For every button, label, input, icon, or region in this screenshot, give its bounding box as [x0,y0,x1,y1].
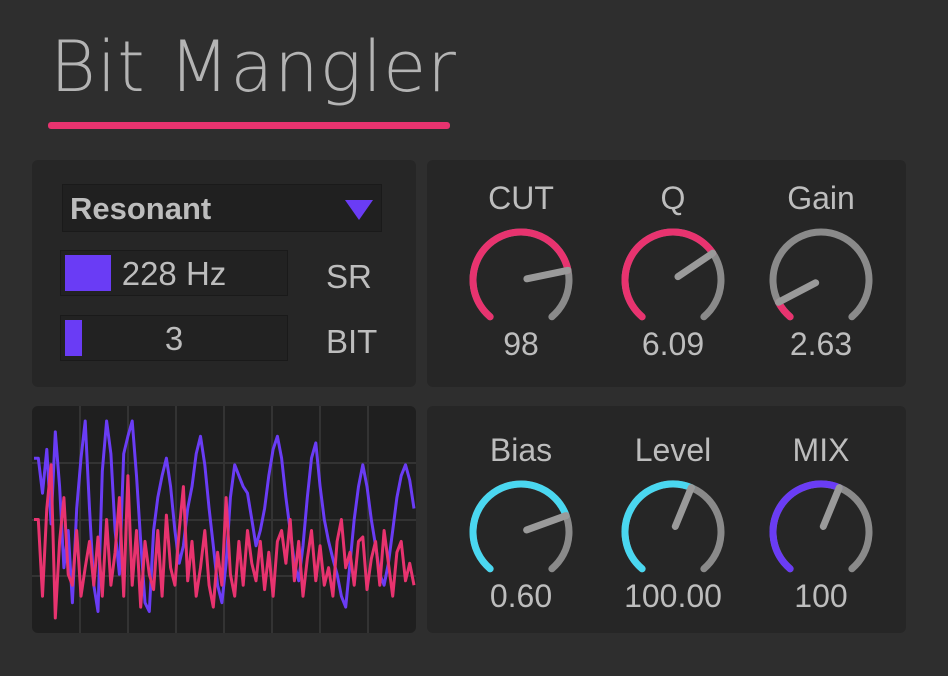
mix-knob[interactable]: MIX 100 [746,432,896,632]
q-knob-value-arc [621,228,717,321]
oscilloscope-display [32,406,416,633]
triangle-down-icon [345,200,373,220]
title-underline [48,122,450,129]
mix-knob-dial[interactable] [763,474,879,590]
bit-depth-label: BIT [326,323,378,360]
mode-dropdown-label: Resonant [70,191,212,226]
cut-knob-pointer [523,266,572,283]
gain-knob-dial[interactable] [763,222,879,338]
level-knob[interactable]: Level 100.00 [598,432,748,632]
q-knob[interactable]: Q 6.09 [598,180,748,380]
level-knob-label: Level [634,432,712,468]
gain-knob-value: 2.63 [789,326,853,362]
cut-knob-value: 98 [503,326,539,362]
level-knob-dial[interactable] [615,474,731,590]
q-knob-dial[interactable] [615,222,731,338]
sample-rate-slider[interactable]: 228 Hz [60,250,288,296]
mode-dropdown[interactable]: Resonant [62,184,382,232]
cut-knob[interactable]: CUT 98 [446,180,596,380]
mix-knob-value: 100 [794,578,848,614]
sample-rate-value: 228 Hz [121,255,227,292]
bias-knob-dial[interactable] [463,474,579,590]
mix-knob-pointer [819,484,843,530]
q-knob-value: 6.09 [641,326,705,362]
level-knob-pointer [671,484,695,530]
level-knob-value-arc [621,480,695,573]
bias-knob-label: Bias [489,432,553,468]
level-knob-value: 100.00 [624,578,722,614]
gain-knob-pointer [774,279,820,306]
bit-depth-value: 3 [164,320,184,357]
mix-knob-value-arc [769,480,843,573]
device-window: Bit Mangler Resonant 228 Hz SR 3 BIT CUT… [0,0,948,676]
oscilloscope-panel [32,406,416,633]
gain-knob[interactable]: Gain 2.63 [746,180,896,380]
sample-rate-label: SR [326,258,372,295]
gain-knob-track [769,228,873,321]
bias-knob-value-arc [469,480,570,573]
bit-depth-slider[interactable]: 3 [60,315,288,361]
bias-knob-value: 0.60 [489,578,553,614]
bias-knob[interactable]: Bias 0.60 [446,432,596,632]
gain-knob-label: Gain [787,180,855,216]
cut-knob-dial[interactable] [463,222,579,338]
q-knob-label: Q [660,180,686,216]
q-knob-pointer [674,249,717,281]
mix-knob-label: MIX [792,432,850,468]
cut-knob-label: CUT [488,180,554,216]
device-title: Bit Mangler [50,26,457,108]
bias-knob-pointer [523,512,570,534]
